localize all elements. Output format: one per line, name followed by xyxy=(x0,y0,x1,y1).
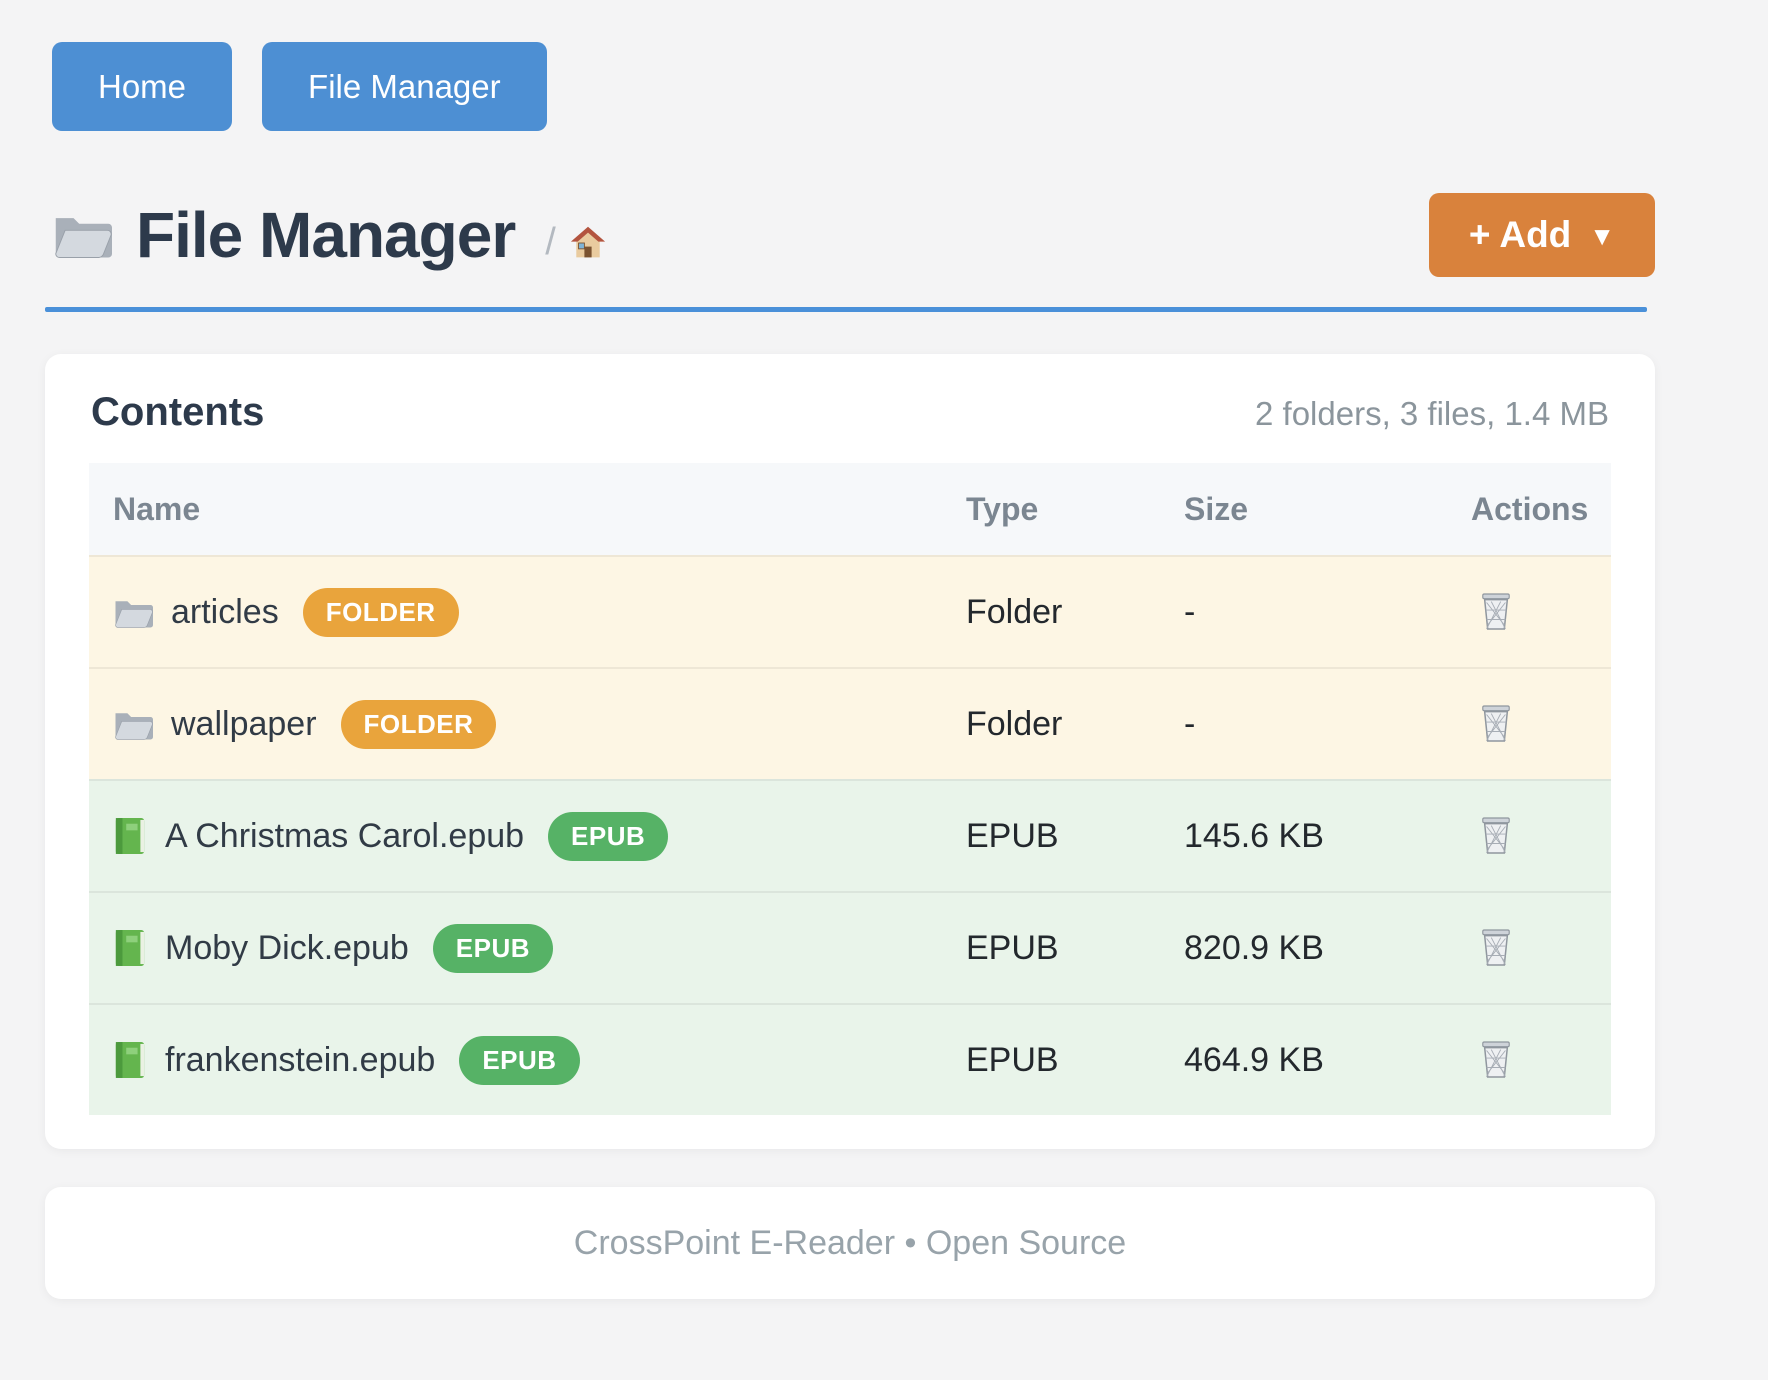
trash-icon xyxy=(1479,703,1513,746)
add-button-label: + Add xyxy=(1469,214,1571,256)
footer: CrossPoint E-Reader • Open Source xyxy=(45,1187,1655,1299)
column-header-name: Name xyxy=(89,491,966,528)
contents-card: Contents 2 folders, 3 files, 1.4 MB Name… xyxy=(45,354,1655,1149)
table-header-row: Name Type Size Actions xyxy=(89,463,1611,555)
trash-icon xyxy=(1479,591,1513,634)
home-icon[interactable] xyxy=(570,225,606,261)
file-type: EPUB xyxy=(966,929,1184,968)
file-type: Folder xyxy=(966,593,1184,632)
file-name-link[interactable]: wallpaper xyxy=(171,705,317,744)
folder-icon xyxy=(113,596,153,629)
epub-badge: EPUB xyxy=(459,1036,579,1085)
delete-button[interactable] xyxy=(1471,927,1513,970)
accent-rule xyxy=(45,307,1647,312)
file-size: 820.9 KB xyxy=(1184,929,1471,968)
file-type: EPUB xyxy=(966,817,1184,856)
folder-badge: FOLDER xyxy=(341,700,497,749)
table-row: Moby Dick.epub EPUB EPUB 820.9 KB xyxy=(89,891,1611,1003)
file-size: 145.6 KB xyxy=(1184,817,1471,856)
folder-icon xyxy=(113,708,153,741)
page-header: File Manager / + Add ▼ xyxy=(45,193,1655,277)
column-header-actions: Actions xyxy=(1471,491,1611,528)
column-header-size: Size xyxy=(1184,491,1471,528)
file-name-link[interactable]: A Christmas Carol.epub xyxy=(165,817,524,856)
add-button[interactable]: + Add ▼ xyxy=(1429,193,1655,277)
book-icon xyxy=(113,928,147,968)
file-name-link[interactable]: articles xyxy=(171,593,279,632)
trash-icon xyxy=(1479,815,1513,858)
footer-text: CrossPoint E-Reader • Open Source xyxy=(574,1224,1126,1263)
delete-button[interactable] xyxy=(1471,1039,1513,1082)
file-type: Folder xyxy=(966,705,1184,744)
epub-badge: EPUB xyxy=(433,924,553,973)
table-row: A Christmas Carol.epub EPUB EPUB 145.6 K… xyxy=(89,779,1611,891)
top-nav: Home File Manager xyxy=(52,42,1768,131)
trash-icon xyxy=(1479,1039,1513,1082)
page: Home File Manager File Manager / xyxy=(0,0,1768,1299)
folder-badge: FOLDER xyxy=(303,588,459,637)
book-icon xyxy=(113,1040,147,1080)
contents-summary: 2 folders, 3 files, 1.4 MB xyxy=(1255,395,1609,433)
epub-badge: EPUB xyxy=(548,812,668,861)
contents-header: Contents 2 folders, 3 files, 1.4 MB xyxy=(89,390,1611,435)
file-name-link[interactable]: Moby Dick.epub xyxy=(165,929,409,968)
file-size: - xyxy=(1184,705,1471,744)
file-type: EPUB xyxy=(966,1041,1184,1080)
home-button[interactable]: Home xyxy=(52,42,232,131)
breadcrumb-separator: / xyxy=(545,221,556,264)
column-header-type: Type xyxy=(966,491,1184,528)
delete-button[interactable] xyxy=(1471,591,1513,634)
file-manager-button[interactable]: File Manager xyxy=(262,42,547,131)
file-size: 464.9 KB xyxy=(1184,1041,1471,1080)
file-table: Name Type Size Actions articles FOLDER xyxy=(89,463,1611,1115)
trash-icon xyxy=(1479,927,1513,970)
folder-icon xyxy=(52,210,112,260)
delete-button[interactable] xyxy=(1471,703,1513,746)
book-icon xyxy=(113,816,147,856)
file-name-link[interactable]: frankenstein.epub xyxy=(165,1041,435,1080)
delete-button[interactable] xyxy=(1471,815,1513,858)
table-row: wallpaper FOLDER Folder - xyxy=(89,667,1611,779)
table-row: articles FOLDER Folder - xyxy=(89,555,1611,667)
page-title: File Manager xyxy=(136,198,515,272)
table-row: frankenstein.epub EPUB EPUB 464.9 KB xyxy=(89,1003,1611,1115)
caret-down-icon: ▼ xyxy=(1589,221,1615,252)
file-size: - xyxy=(1184,593,1471,632)
contents-title: Contents xyxy=(91,390,264,435)
